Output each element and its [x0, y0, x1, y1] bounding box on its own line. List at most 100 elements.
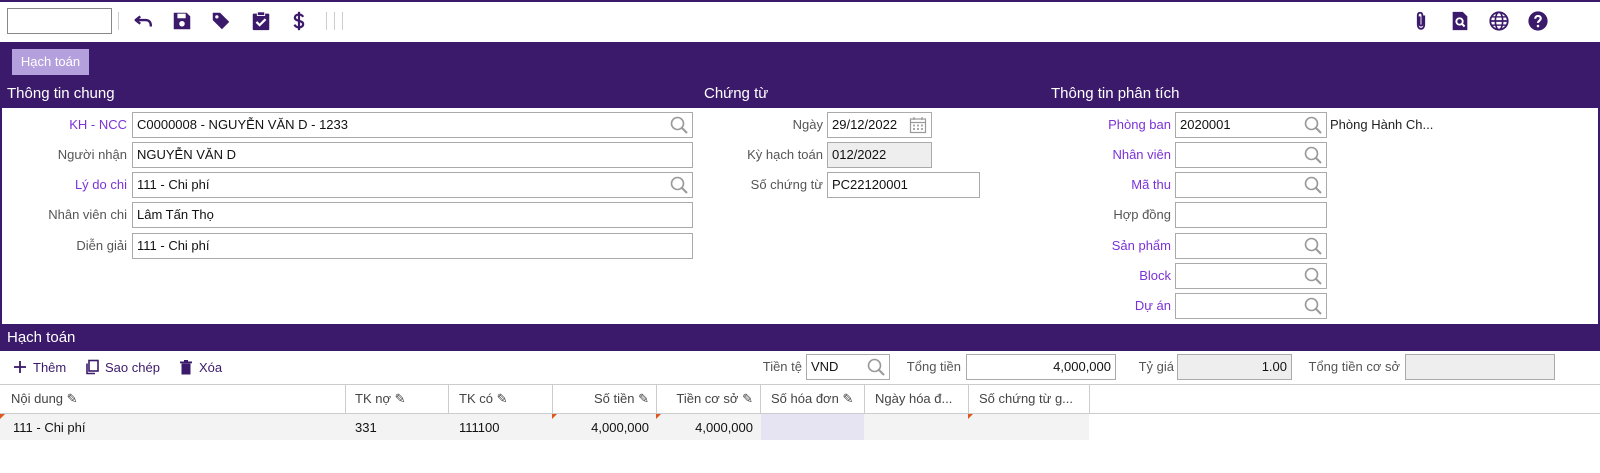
column-header[interactable]: Số chứng từ g...: [973, 384, 1088, 414]
staff-label[interactable]: Nhân viên: [1050, 142, 1171, 168]
block-label[interactable]: Block: [1050, 263, 1171, 289]
tag-icon[interactable]: [209, 9, 233, 33]
currency-field[interactable]: VND: [806, 354, 890, 380]
table-cell[interactable]: [869, 416, 967, 440]
search-icon[interactable]: [1303, 296, 1323, 316]
calendar-icon[interactable]: [909, 116, 927, 134]
paperclip-icon[interactable]: [1409, 9, 1433, 33]
search-icon[interactable]: [1303, 266, 1323, 286]
table-cell[interactable]: 111 - Chi phí: [7, 416, 345, 440]
column-divider[interactable]: [448, 384, 449, 414]
add-button[interactable]: Thêm: [12, 357, 66, 377]
total-label: Tổng tiền: [906, 359, 961, 374]
section-title-voucher: Chứng từ: [704, 85, 769, 102]
toolbar-search-input[interactable]: [7, 8, 112, 34]
delete-button[interactable]: Xóa: [178, 357, 222, 377]
table-cell[interactable]: 331: [349, 416, 447, 440]
search-icon[interactable]: [669, 115, 689, 135]
edit-icon: ✎: [394, 391, 406, 406]
block-field[interactable]: [1175, 263, 1327, 289]
department-name: Phòng Hành Ch...: [1330, 117, 1434, 132]
column-header[interactable]: Số hóa đơn ✎: [765, 384, 863, 414]
toolbar: [0, 0, 1600, 42]
reason-label[interactable]: Lý do chi: [10, 172, 127, 198]
staff-field[interactable]: [1175, 142, 1327, 168]
column-header[interactable]: Ngày hóa đ...: [869, 384, 967, 414]
customer-field[interactable]: C0000008 - NGUYỄN VĂN D - 1233: [132, 112, 693, 138]
edit-icon: ✎: [638, 391, 649, 406]
search-icon[interactable]: [1303, 236, 1323, 256]
column-header-label: Số hóa đơn: [771, 391, 839, 406]
voucher-number-label: Số chứng từ: [750, 177, 823, 192]
description-field[interactable]: 111 - Chi phí: [132, 233, 693, 259]
reason-field[interactable]: 111 - Chi phí: [132, 172, 693, 198]
header-band: [0, 42, 1600, 108]
undo-icon[interactable]: [131, 9, 155, 33]
search-icon[interactable]: [1303, 145, 1323, 165]
product-label[interactable]: Sản phẩm: [1050, 233, 1171, 259]
copy-button[interactable]: Sao chép: [84, 357, 160, 377]
frame-border: [0, 42, 2, 332]
column-divider[interactable]: [345, 384, 346, 414]
product-field[interactable]: [1175, 233, 1327, 259]
employee-label: Nhân viên chi: [48, 207, 127, 222]
column-header[interactable]: Nội dung ✎: [5, 384, 345, 414]
search-icon[interactable]: [669, 175, 689, 195]
receipt-code-label[interactable]: Mã thu: [1050, 172, 1171, 198]
clipboard-check-icon[interactable]: [249, 9, 273, 33]
table-cell[interactable]: 111100: [453, 416, 551, 440]
receiver-label: Người nhận: [57, 147, 127, 162]
document-search-icon[interactable]: [1448, 9, 1472, 33]
column-header-label: TK nợ: [355, 391, 391, 406]
search-icon[interactable]: [1303, 175, 1323, 195]
column-header[interactable]: TK nợ ✎: [349, 384, 447, 414]
save-icon[interactable]: [170, 9, 194, 33]
table-cell[interactable]: [973, 416, 1088, 440]
date-field[interactable]: 29/12/2022: [827, 112, 932, 138]
section-title-accounting: Hạch toán: [7, 329, 76, 346]
column-header[interactable]: Tiền cơ sở ✎: [657, 384, 759, 414]
receipt-code-field[interactable]: [1175, 172, 1327, 198]
column-divider[interactable]: [968, 384, 969, 414]
toolbar-divider: [334, 12, 335, 30]
department-field[interactable]: 2020001: [1175, 112, 1327, 138]
toolbar-divider: [326, 12, 327, 30]
edit-icon: ✎: [496, 391, 508, 406]
reason-value: 111 - Chi phí: [137, 177, 210, 192]
search-icon[interactable]: [866, 357, 886, 377]
currency-value: VND: [811, 359, 839, 374]
search-icon[interactable]: [1303, 115, 1323, 135]
description-label: Diễn giải: [76, 238, 127, 253]
dollar-icon[interactable]: [287, 9, 311, 33]
edit-icon: ✎: [842, 391, 854, 406]
trash-icon: [180, 360, 192, 375]
globe-icon[interactable]: [1487, 9, 1511, 33]
column-divider[interactable]: [1089, 384, 1090, 414]
currency-label: Tiền tệ: [762, 359, 802, 374]
column-header[interactable]: TK có ✎: [453, 384, 551, 414]
contract-field[interactable]: [1175, 202, 1327, 228]
department-label[interactable]: Phòng ban: [1050, 112, 1171, 138]
column-divider[interactable]: [760, 384, 761, 414]
voucher-number-field[interactable]: PC22120001: [827, 172, 980, 198]
column-divider[interactable]: [864, 384, 865, 414]
total-field[interactable]: 4,000,000: [966, 354, 1116, 380]
project-label[interactable]: Dự án: [1050, 293, 1171, 319]
tab-hach-toan[interactable]: Hạch toán: [12, 49, 89, 75]
table-cell[interactable]: 4,000,000: [657, 416, 759, 440]
table-cell[interactable]: [765, 416, 863, 440]
employee-field[interactable]: Lâm Tấn Thọ: [132, 202, 693, 228]
project-field[interactable]: [1175, 293, 1327, 319]
section-title-general: Thông tin chung: [7, 85, 115, 102]
customer-label[interactable]: KH - NCC: [10, 112, 127, 138]
rate-field: 1.00: [1177, 354, 1292, 380]
column-header[interactable]: Số tiền ✎: [553, 384, 655, 414]
table-cell[interactable]: 4,000,000: [553, 416, 655, 440]
edit-icon: ✎: [66, 391, 78, 406]
required-marker: [0, 414, 5, 419]
receiver-field[interactable]: NGUYỄN VĂN D: [132, 142, 693, 168]
column-header-label: Nội dung: [11, 391, 64, 406]
base-total-field: [1405, 354, 1555, 380]
help-icon[interactable]: [1526, 9, 1550, 33]
department-value: 2020001: [1180, 117, 1231, 132]
